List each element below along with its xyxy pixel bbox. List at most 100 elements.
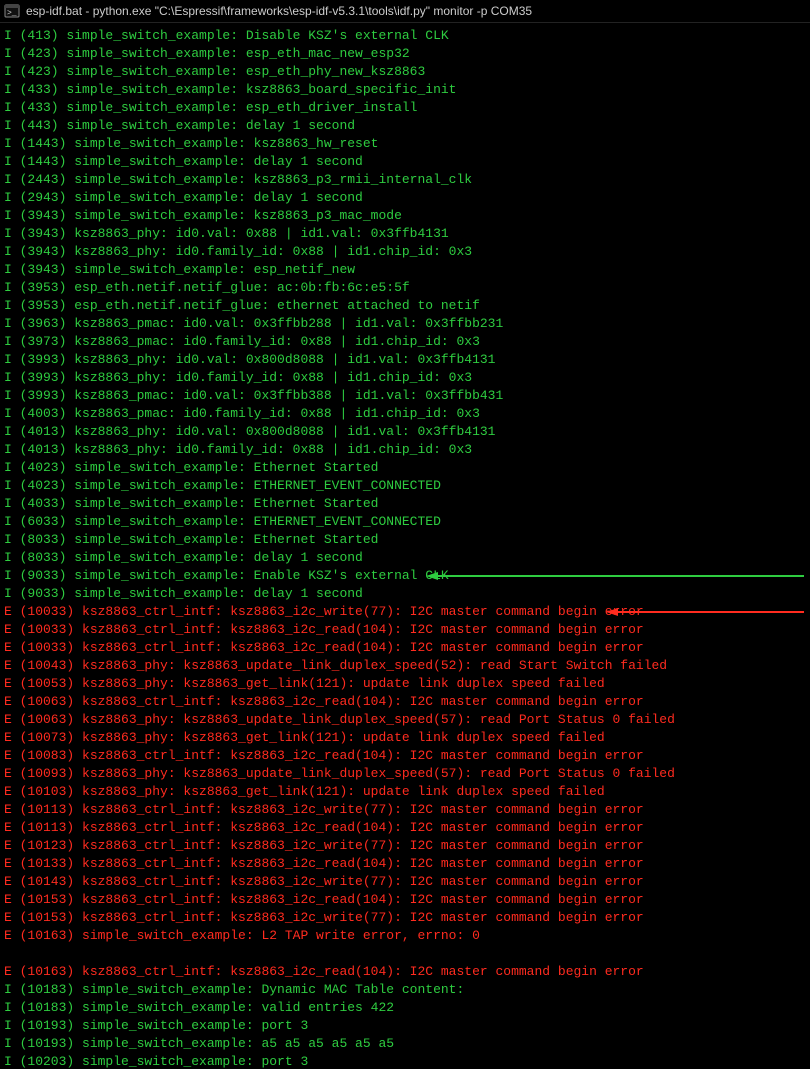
- log-line: E (10133) ksz8863_ctrl_intf: ksz8863_i2c…: [4, 855, 806, 873]
- svg-text:>_: >_: [7, 9, 17, 18]
- log-text: I (10193) simple_switch_example: port 3: [4, 1018, 308, 1033]
- log-line: I (10203) simple_switch_example: port 3: [4, 1053, 806, 1069]
- log-text: I (3943) simple_switch_example: esp_neti…: [4, 262, 355, 277]
- log-line: I (6033) simple_switch_example: ETHERNET…: [4, 513, 806, 531]
- log-text: I (423) simple_switch_example: esp_eth_p…: [4, 64, 425, 79]
- log-text: I (3953) esp_eth.netif.netif_glue: ether…: [4, 298, 480, 313]
- log-text: E (10063) ksz8863_ctrl_intf: ksz8863_i2c…: [4, 694, 644, 709]
- log-text: E (10153) ksz8863_ctrl_intf: ksz8863_i2c…: [4, 892, 644, 907]
- log-line: I (4013) ksz8863_phy: id0.family_id: 0x8…: [4, 441, 806, 459]
- log-line: I (3953) esp_eth.netif.netif_glue: ether…: [4, 297, 806, 315]
- log-text: I (3993) ksz8863_phy: id0.val: 0x800d808…: [4, 352, 495, 367]
- log-text: I (413) simple_switch_example: Disable K…: [4, 28, 449, 43]
- log-text: I (423) simple_switch_example: esp_eth_m…: [4, 46, 410, 61]
- log-text: E (10123) ksz8863_ctrl_intf: ksz8863_i2c…: [4, 838, 644, 853]
- console-output[interactable]: I (413) simple_switch_example: Disable K…: [0, 23, 810, 1069]
- log-text: I (4023) simple_switch_example: ETHERNET…: [4, 478, 441, 493]
- log-line: I (10183) simple_switch_example: valid e…: [4, 999, 806, 1017]
- log-text: E (10153) ksz8863_ctrl_intf: ksz8863_i2c…: [4, 910, 644, 925]
- log-text: E (10113) ksz8863_ctrl_intf: ksz8863_i2c…: [4, 820, 644, 835]
- log-line: I (3953) esp_eth.netif.netif_glue: ac:0b…: [4, 279, 806, 297]
- log-line: I (9033) simple_switch_example: delay 1 …: [4, 585, 806, 603]
- log-line: E (10053) ksz8863_phy: ksz8863_get_link(…: [4, 675, 806, 693]
- log-text: E (10073) ksz8863_phy: ksz8863_get_link(…: [4, 730, 605, 745]
- log-line: E (10033) ksz8863_ctrl_intf: ksz8863_i2c…: [4, 639, 806, 657]
- log-line: I (8033) simple_switch_example: delay 1 …: [4, 549, 806, 567]
- log-line: I (10193) simple_switch_example: a5 a5 a…: [4, 1035, 806, 1053]
- log-line: I (4013) ksz8863_phy: id0.val: 0x800d808…: [4, 423, 806, 441]
- log-line: E (10063) ksz8863_phy: ksz8863_update_li…: [4, 711, 806, 729]
- log-text: I (3993) ksz8863_phy: id0.family_id: 0x8…: [4, 370, 472, 385]
- log-line: E (10033) ksz8863_ctrl_intf: ksz8863_i2c…: [4, 621, 806, 639]
- log-text: I (4003) ksz8863_pmac: id0.family_id: 0x…: [4, 406, 480, 421]
- log-line: I (413) simple_switch_example: Disable K…: [4, 27, 806, 45]
- log-line: I (423) simple_switch_example: esp_eth_m…: [4, 45, 806, 63]
- log-text: I (10193) simple_switch_example: a5 a5 a…: [4, 1036, 394, 1051]
- log-text: E (10143) ksz8863_ctrl_intf: ksz8863_i2c…: [4, 874, 644, 889]
- log-text: I (8033) simple_switch_example: delay 1 …: [4, 550, 363, 565]
- log-text: I (6033) simple_switch_example: ETHERNET…: [4, 514, 441, 529]
- log-line: E (10063) ksz8863_ctrl_intf: ksz8863_i2c…: [4, 693, 806, 711]
- log-text: I (10183) simple_switch_example: Dynamic…: [4, 982, 464, 997]
- log-text: I (9033) simple_switch_example: Enable K…: [4, 568, 449, 583]
- log-text: I (3993) ksz8863_pmac: id0.val: 0x3ffbb3…: [4, 388, 503, 403]
- log-text: I (1443) simple_switch_example: delay 1 …: [4, 154, 363, 169]
- log-text: E (10113) ksz8863_ctrl_intf: ksz8863_i2c…: [4, 802, 644, 817]
- log-text: I (433) simple_switch_example: ksz8863_b…: [4, 82, 456, 97]
- log-line: I (4003) ksz8863_pmac: id0.family_id: 0x…: [4, 405, 806, 423]
- window-titlebar[interactable]: >_ esp-idf.bat - python.exe "C:\Espressi…: [0, 0, 810, 23]
- log-line: E (10093) ksz8863_phy: ksz8863_update_li…: [4, 765, 806, 783]
- log-text: I (3943) ksz8863_phy: id0.val: 0x88 | id…: [4, 226, 449, 241]
- log-line: E (10113) ksz8863_ctrl_intf: ksz8863_i2c…: [4, 819, 806, 837]
- log-line: I (10193) simple_switch_example: port 3: [4, 1017, 806, 1035]
- log-text: E (10033) ksz8863_ctrl_intf: ksz8863_i2c…: [4, 622, 644, 637]
- log-text: I (10203) simple_switch_example: port 3: [4, 1054, 308, 1069]
- log-text: I (9033) simple_switch_example: delay 1 …: [4, 586, 363, 601]
- log-line: I (443) simple_switch_example: delay 1 s…: [4, 117, 806, 135]
- log-text: E (10033) ksz8863_ctrl_intf: ksz8863_i2c…: [4, 640, 644, 655]
- log-line: I (4023) simple_switch_example: Ethernet…: [4, 459, 806, 477]
- log-text: E (10053) ksz8863_phy: ksz8863_get_link(…: [4, 676, 605, 691]
- log-text: E (10033) ksz8863_ctrl_intf: ksz8863_i2c…: [4, 604, 644, 619]
- log-text: E (10163) ksz8863_ctrl_intf: ksz8863_i2c…: [4, 964, 644, 979]
- log-text: I (2443) simple_switch_example: ksz8863_…: [4, 172, 472, 187]
- log-line: I (3943) simple_switch_example: ksz8863_…: [4, 207, 806, 225]
- log-text: E (10083) ksz8863_ctrl_intf: ksz8863_i2c…: [4, 748, 644, 763]
- log-line: E (10123) ksz8863_ctrl_intf: ksz8863_i2c…: [4, 837, 806, 855]
- log-text: I (4013) ksz8863_phy: id0.family_id: 0x8…: [4, 442, 472, 457]
- log-line: I (3993) ksz8863_pmac: id0.val: 0x3ffbb3…: [4, 387, 806, 405]
- log-line: I (1443) simple_switch_example: ksz8863_…: [4, 135, 806, 153]
- log-text: I (3963) ksz8863_pmac: id0.val: 0x3ffbb2…: [4, 316, 503, 331]
- log-line: I (9033) simple_switch_example: Enable K…: [4, 567, 806, 585]
- log-line: I (3943) ksz8863_phy: id0.family_id: 0x8…: [4, 243, 806, 261]
- log-line: E (10083) ksz8863_ctrl_intf: ksz8863_i2c…: [4, 747, 806, 765]
- log-text: I (10183) simple_switch_example: valid e…: [4, 1000, 394, 1015]
- log-line: I (10183) simple_switch_example: Dynamic…: [4, 981, 806, 999]
- log-text: I (4023) simple_switch_example: Ethernet…: [4, 460, 378, 475]
- log-line: E (10163) simple_switch_example: L2 TAP …: [4, 927, 806, 945]
- annotation-arrow-green: [426, 571, 804, 573]
- log-text: I (443) simple_switch_example: delay 1 s…: [4, 118, 355, 133]
- log-line: E (10143) ksz8863_ctrl_intf: ksz8863_i2c…: [4, 873, 806, 891]
- log-line: I (1443) simple_switch_example: delay 1 …: [4, 153, 806, 171]
- window-title: esp-idf.bat - python.exe "C:\Espressif\f…: [26, 4, 532, 18]
- log-text: I (3943) simple_switch_example: ksz8863_…: [4, 208, 402, 223]
- log-text: I (3953) esp_eth.netif.netif_glue: ac:0b…: [4, 280, 410, 295]
- log-text: I (3973) ksz8863_pmac: id0.family_id: 0x…: [4, 334, 480, 349]
- log-line: I (3973) ksz8863_pmac: id0.family_id: 0x…: [4, 333, 806, 351]
- log-line: [4, 945, 806, 963]
- log-line: I (8033) simple_switch_example: Ethernet…: [4, 531, 806, 549]
- terminal-icon: >_: [4, 3, 20, 19]
- log-line: E (10153) ksz8863_ctrl_intf: ksz8863_i2c…: [4, 909, 806, 927]
- log-line: I (423) simple_switch_example: esp_eth_p…: [4, 63, 806, 81]
- log-line: I (433) simple_switch_example: ksz8863_b…: [4, 81, 806, 99]
- log-text: I (1443) simple_switch_example: ksz8863_…: [4, 136, 378, 151]
- annotation-arrow-red: [606, 607, 804, 609]
- log-line: E (10113) ksz8863_ctrl_intf: ksz8863_i2c…: [4, 801, 806, 819]
- log-text: I (433) simple_switch_example: esp_eth_d…: [4, 100, 417, 115]
- log-text: I (2943) simple_switch_example: delay 1 …: [4, 190, 363, 205]
- log-line: E (10043) ksz8863_phy: ksz8863_update_li…: [4, 657, 806, 675]
- log-line: I (3963) ksz8863_pmac: id0.val: 0x3ffbb2…: [4, 315, 806, 333]
- log-text: E (10103) ksz8863_phy: ksz8863_get_link(…: [4, 784, 605, 799]
- log-text: I (8033) simple_switch_example: Ethernet…: [4, 532, 378, 547]
